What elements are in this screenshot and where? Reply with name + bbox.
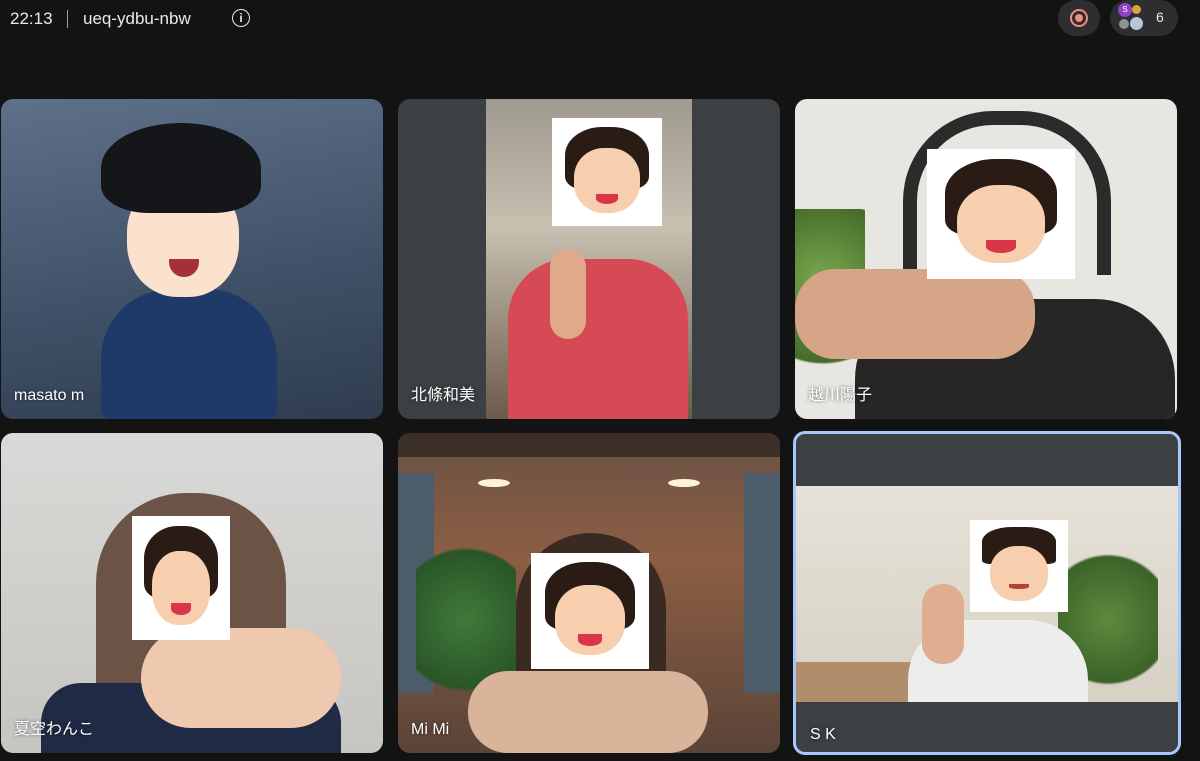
clock-time: 22:13 bbox=[10, 9, 53, 28]
participant-name: 夏空わんこ bbox=[14, 721, 95, 738]
video-tile-s-k[interactable]: S K bbox=[793, 431, 1181, 755]
person-hands bbox=[468, 671, 708, 753]
participant-count: 6 bbox=[1156, 9, 1164, 25]
avatar: S bbox=[1118, 3, 1132, 17]
meeting-code: ueq-ydbu-nbw bbox=[83, 9, 191, 28]
record-indicator-button[interactable] bbox=[1058, 0, 1100, 36]
avatar bbox=[1132, 5, 1141, 14]
avatar-hair bbox=[101, 123, 261, 213]
video-tile-hojo-kazumi[interactable]: 北條和美 bbox=[398, 99, 780, 419]
ceiling-light bbox=[668, 479, 700, 487]
face-sticker bbox=[970, 520, 1068, 612]
video-tile-masato-m[interactable]: masato m bbox=[1, 99, 383, 419]
participant-name: 北條和美 bbox=[411, 387, 476, 404]
participant-name: S K bbox=[810, 726, 836, 743]
participant-name: Mi Mi bbox=[411, 721, 450, 738]
face-sticker bbox=[927, 149, 1075, 279]
top-bar: 22:13 ueq-ydbu-nbw i S 6 bbox=[0, 0, 1200, 40]
person-hand bbox=[922, 584, 964, 664]
ceiling-light bbox=[478, 479, 510, 487]
person-hands bbox=[141, 628, 341, 728]
avatar-hoodie bbox=[101, 289, 277, 419]
video-tile-mi-mi[interactable]: Mi Mi bbox=[398, 433, 780, 753]
window bbox=[744, 473, 780, 693]
face-sticker bbox=[531, 553, 649, 669]
record-icon bbox=[1070, 9, 1088, 27]
face-sticker bbox=[132, 516, 230, 640]
avatar bbox=[1119, 19, 1129, 29]
avatar bbox=[1130, 17, 1143, 30]
ceiling-beam bbox=[398, 433, 780, 457]
participants-button[interactable]: S 6 bbox=[1110, 0, 1178, 36]
person-hands bbox=[795, 269, 1035, 359]
info-icon[interactable]: i bbox=[232, 9, 250, 27]
person-arm bbox=[550, 249, 586, 339]
video-tile-natsuzora-wanko[interactable]: 夏空わんこ bbox=[1, 433, 383, 753]
video-tile-koshikawa-yoko[interactable]: 越川陽子 bbox=[795, 99, 1177, 419]
face-sticker bbox=[552, 118, 662, 226]
participant-name: masato m bbox=[14, 387, 85, 404]
participant-name: 越川陽子 bbox=[808, 387, 873, 404]
person-shirt bbox=[508, 259, 688, 419]
divider bbox=[67, 10, 68, 28]
